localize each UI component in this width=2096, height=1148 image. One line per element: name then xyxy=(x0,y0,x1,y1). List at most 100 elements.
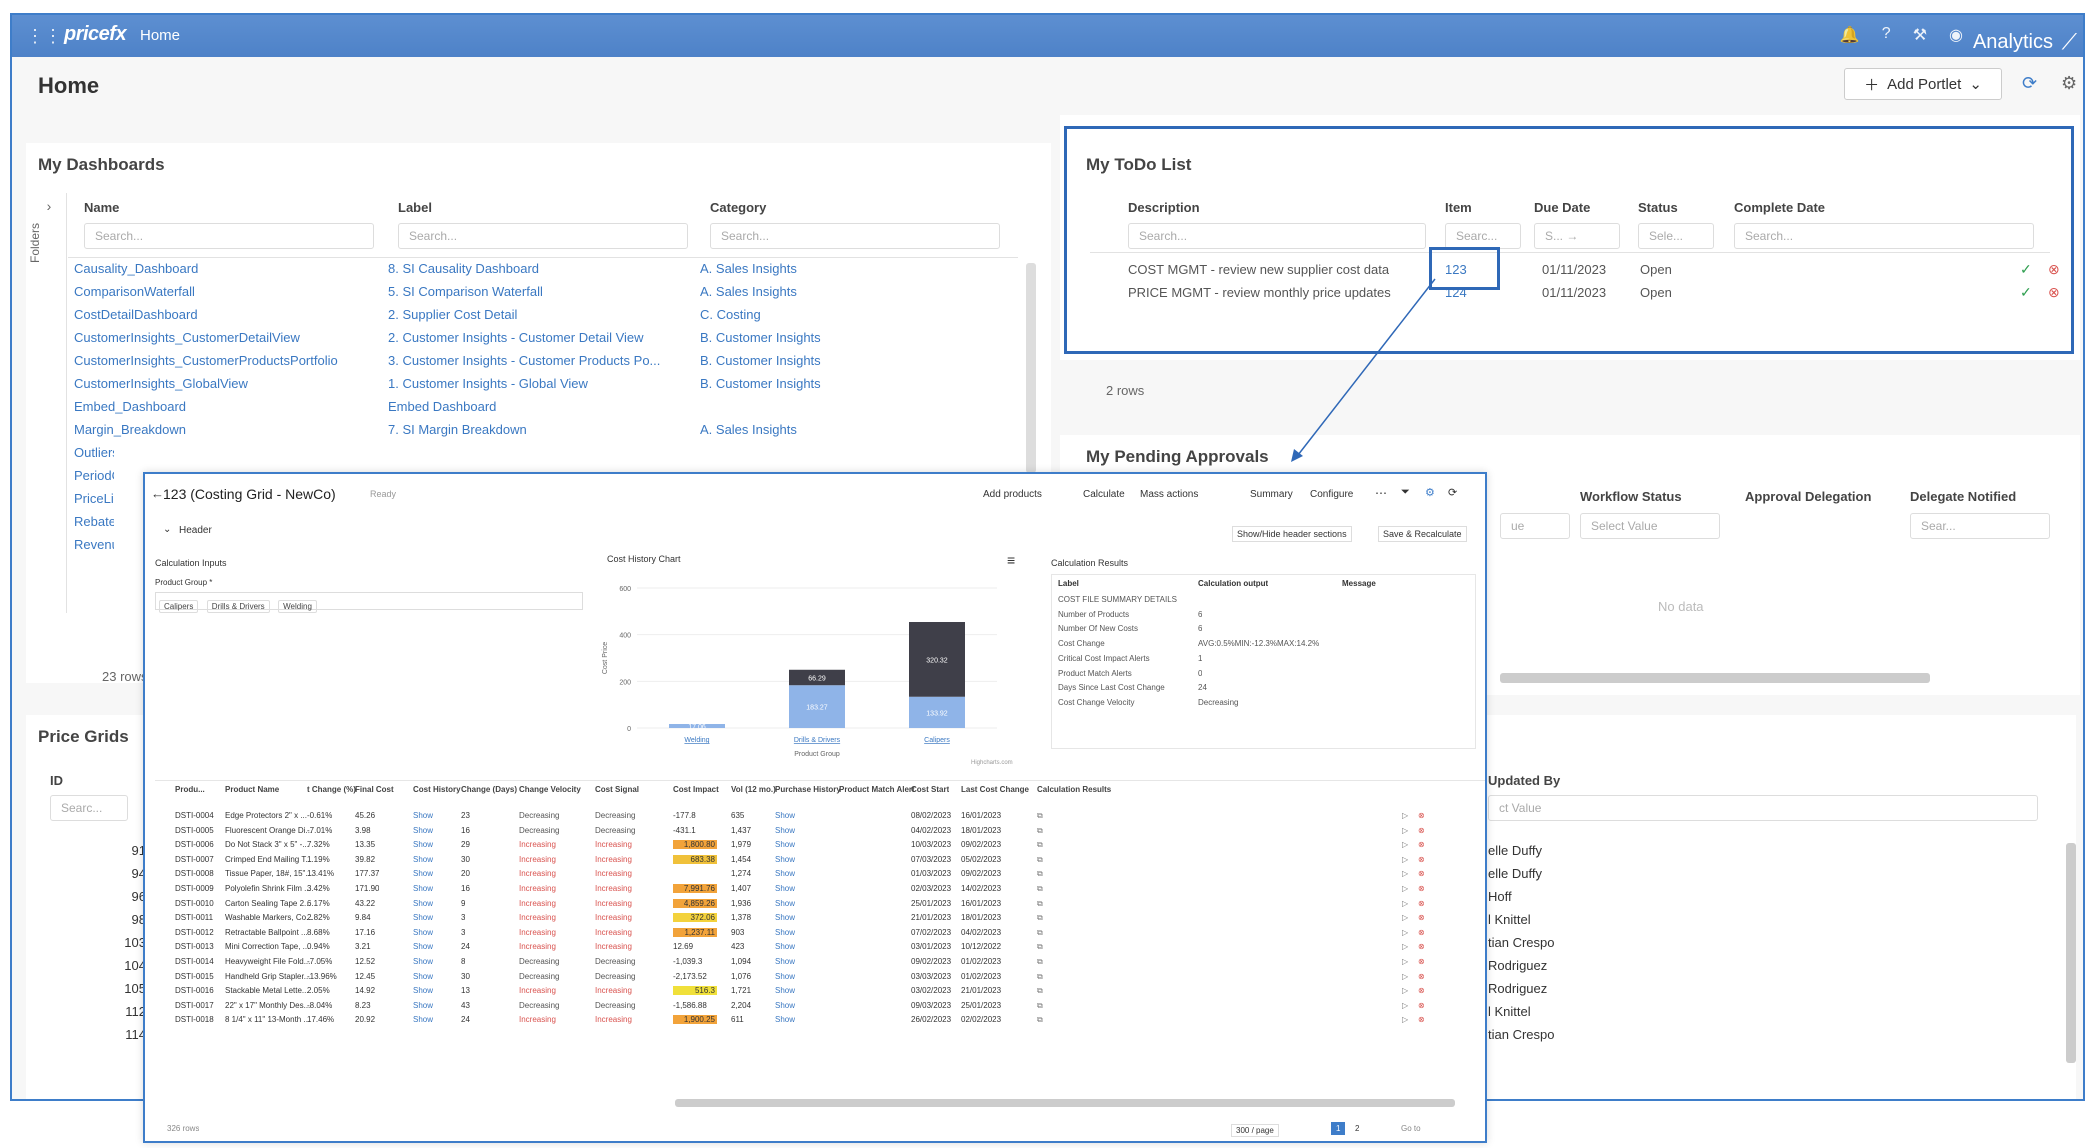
edit-icon[interactable]: ⧉ xyxy=(1037,942,1043,952)
grid-col-header[interactable]: Cost Signal xyxy=(595,785,639,794)
play-icon[interactable]: ▷ xyxy=(1402,811,1408,820)
delete-icon[interactable]: ⊗ xyxy=(1418,1001,1425,1010)
grid-cell[interactable]: Show xyxy=(775,869,795,878)
grid-col-header[interactable]: Produ... xyxy=(175,785,205,794)
add-products-button[interactable]: Add products xyxy=(983,489,1042,500)
delete-icon[interactable]: ⊗ xyxy=(1418,942,1425,951)
page-size-select[interactable]: 300 / page xyxy=(1231,1124,1279,1137)
grid-col-header[interactable]: Cost History xyxy=(413,785,461,794)
grid-col-header[interactable]: t Change (%) xyxy=(307,785,356,794)
grid-col-header[interactable]: Product Match Alert xyxy=(839,785,915,794)
edit-icon[interactable]: ⧉ xyxy=(1037,913,1043,923)
show-hide-sections-button[interactable]: Show/Hide header sections xyxy=(1232,526,1352,542)
play-icon[interactable]: ▷ xyxy=(1402,1001,1408,1010)
delete-icon[interactable]: ⊗ xyxy=(1418,899,1425,908)
summary-button[interactable]: Summary xyxy=(1250,489,1293,500)
delete-icon[interactable]: ⊗ xyxy=(1418,811,1425,820)
delete-icon[interactable]: ⊗ xyxy=(1418,957,1425,966)
grid-col-header[interactable]: Cost Impact xyxy=(673,785,719,794)
filter-icon[interactable]: ⏷ xyxy=(1401,486,1410,499)
grid-cell[interactable]: Show xyxy=(413,855,433,864)
delete-icon[interactable]: ⊗ xyxy=(1418,928,1425,937)
grid-cell[interactable]: Show xyxy=(413,972,433,981)
grid-cell[interactable]: Show xyxy=(775,1001,795,1010)
chip-drills-drivers[interactable]: Drills & Drivers xyxy=(206,600,270,613)
edit-icon[interactable]: ⧉ xyxy=(1037,972,1043,982)
grid-cell[interactable]: Show xyxy=(775,811,795,820)
grid-cell[interactable]: Show xyxy=(775,899,795,908)
delete-icon[interactable]: ⊗ xyxy=(1418,913,1425,922)
grid-col-header[interactable]: Product Name xyxy=(225,785,279,794)
page-2[interactable]: 2 xyxy=(1355,1124,1359,1133)
grid-cell[interactable]: Show xyxy=(775,957,795,966)
grid-cell[interactable]: Show xyxy=(775,840,795,849)
grid-cell[interactable]: Show xyxy=(413,884,433,893)
grid-cell[interactable]: Show xyxy=(413,957,433,966)
grid-col-header[interactable]: Cost Start xyxy=(911,785,949,794)
calculate-button[interactable]: Calculate xyxy=(1083,489,1125,500)
play-icon[interactable]: ▷ xyxy=(1402,899,1408,908)
grid-cell[interactable]: Show xyxy=(413,1015,433,1024)
chip-calipers[interactable]: Calipers xyxy=(159,600,199,613)
grid-cell[interactable]: Show xyxy=(413,826,433,835)
save-recalculate-button[interactable]: Save & Recalculate xyxy=(1378,526,1467,542)
grid-cell[interactable]: Show xyxy=(775,1015,795,1024)
play-icon[interactable]: ▷ xyxy=(1402,986,1408,995)
grid-cell[interactable]: Show xyxy=(775,913,795,922)
grid-cell[interactable]: Show xyxy=(775,972,795,981)
play-icon[interactable]: ▷ xyxy=(1402,884,1408,893)
edit-icon[interactable]: ⧉ xyxy=(1037,1015,1043,1025)
header-section-label[interactable]: Header xyxy=(179,525,212,536)
edit-icon[interactable]: ⧉ xyxy=(1037,899,1043,909)
play-icon[interactable]: ▷ xyxy=(1402,913,1408,922)
delete-icon[interactable]: ⊗ xyxy=(1418,884,1425,893)
grid-col-header[interactable]: Purchase History xyxy=(775,785,841,794)
grid-cell[interactable]: Show xyxy=(413,811,433,820)
collapse-chevron-icon[interactable]: ⌄ xyxy=(163,524,171,535)
grid-col-header[interactable]: Calculation Results xyxy=(1037,785,1111,794)
grid-cell[interactable]: Show xyxy=(413,913,433,922)
play-icon[interactable]: ▷ xyxy=(1402,942,1408,951)
configure-button[interactable]: Configure xyxy=(1310,489,1353,500)
product-group-select[interactable]: Calipers Drills & Drivers Welding xyxy=(155,592,583,613)
delete-icon[interactable]: ⊗ xyxy=(1418,826,1425,835)
play-icon[interactable]: ▷ xyxy=(1402,928,1408,937)
grid-cell[interactable]: Show xyxy=(775,826,795,835)
play-icon[interactable]: ▷ xyxy=(1402,855,1408,864)
play-icon[interactable]: ▷ xyxy=(1402,840,1408,849)
edit-icon[interactable]: ⧉ xyxy=(1037,855,1043,865)
delete-icon[interactable]: ⊗ xyxy=(1418,1015,1425,1024)
grid-col-header[interactable]: Final Cost xyxy=(355,785,394,794)
grid-cell[interactable]: Show xyxy=(413,840,433,849)
grid-cell[interactable]: Show xyxy=(775,884,795,893)
grid-col-header[interactable]: Change Velocity xyxy=(519,785,581,794)
play-icon[interactable]: ▷ xyxy=(1402,826,1408,835)
grid-cell[interactable]: Show xyxy=(413,986,433,995)
edit-icon[interactable]: ⧉ xyxy=(1037,869,1043,879)
grid-cell[interactable]: Show xyxy=(775,855,795,864)
delete-icon[interactable]: ⊗ xyxy=(1418,869,1425,878)
grid-col-header[interactable]: Last Cost Change xyxy=(961,785,1029,794)
grid-col-header[interactable]: Vol (12 mo.) xyxy=(731,785,776,794)
delete-icon[interactable]: ⊗ xyxy=(1418,855,1425,864)
delete-icon[interactable]: ⊗ xyxy=(1418,986,1425,995)
grid-cell[interactable]: Show xyxy=(775,928,795,937)
grid-cell[interactable]: Show xyxy=(413,942,433,951)
grid-cell[interactable]: Show xyxy=(775,942,795,951)
grid-cell[interactable]: Show xyxy=(413,869,433,878)
play-icon[interactable]: ▷ xyxy=(1402,1015,1408,1024)
page-1[interactable]: 1 xyxy=(1331,1122,1346,1135)
edit-icon[interactable]: ⧉ xyxy=(1037,811,1043,821)
grid-cell[interactable]: Show xyxy=(413,1001,433,1010)
edit-icon[interactable]: ⧉ xyxy=(1037,826,1043,836)
grid-hscrollbar[interactable] xyxy=(675,1099,1455,1107)
delete-icon[interactable]: ⊗ xyxy=(1418,840,1425,849)
mass-actions-button[interactable]: Mass actions xyxy=(1140,489,1198,500)
delete-icon[interactable]: ⊗ xyxy=(1418,972,1425,981)
edit-icon[interactable]: ⧉ xyxy=(1037,884,1043,894)
grid-cell[interactable]: Show xyxy=(413,928,433,937)
grid-cell[interactable]: Show xyxy=(775,986,795,995)
edit-icon[interactable]: ⧉ xyxy=(1037,957,1043,967)
play-icon[interactable]: ▷ xyxy=(1402,869,1408,878)
chart-menu-icon[interactable]: ≡ xyxy=(1007,552,1015,568)
